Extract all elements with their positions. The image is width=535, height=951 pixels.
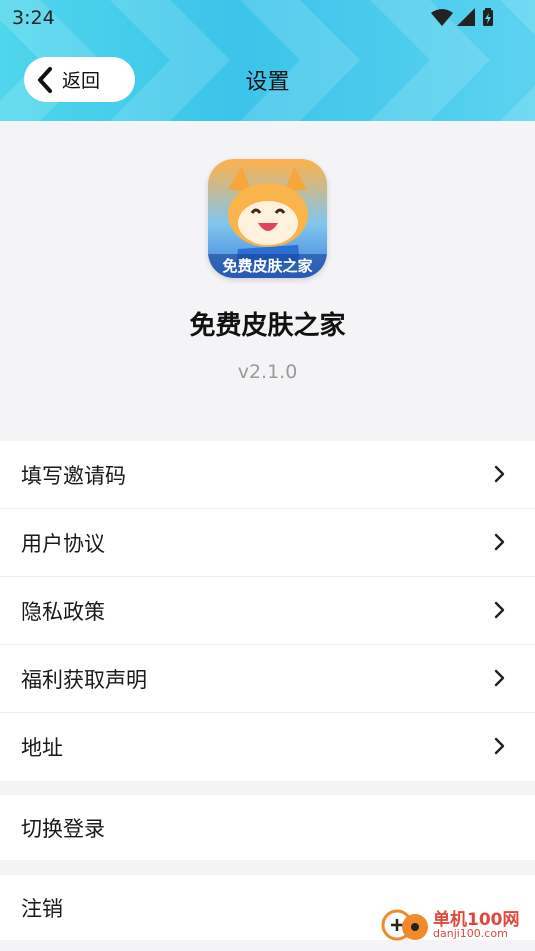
menu-item-label: 福利获取声明 <box>21 667 147 692</box>
cancel-account-label: 注销 <box>21 896 63 921</box>
menu-item-invite-code[interactable]: 填写邀请码 <box>0 441 535 509</box>
status-bar: 3:24 <box>0 0 535 36</box>
menu-item-label: 地址 <box>21 736 63 760</box>
battery-icon <box>483 8 493 26</box>
signal-icon <box>457 8 475 26</box>
watermark: 单机100网 danji100.com <box>381 903 531 945</box>
app-icon-text: 免费皮肤之家 <box>222 257 313 275</box>
menu-item-label: 用户协议 <box>21 531 105 556</box>
watermark-url: danji100.com <box>433 927 508 940</box>
chevron-right-icon <box>494 465 505 483</box>
menu-item-user-agreement[interactable]: 用户协议 <box>0 509 535 577</box>
settings-menu: 填写邀请码 用户协议 隐私政策 福利获取声明 地址 <box>0 441 535 781</box>
chevron-right-icon <box>494 737 505 755</box>
menu-item-address[interactable]: 地址 <box>0 713 535 781</box>
switch-login-button[interactable]: 切换登录 <box>0 795 535 860</box>
app-version: v2.1.0 <box>237 361 298 383</box>
menu-item-label: 填写邀请码 <box>21 463 126 488</box>
wifi-icon <box>431 9 453 26</box>
app-info-section: 免费皮肤之家 免费皮肤之家 v2.1.0 <box>0 121 535 440</box>
menu-item-privacy-policy[interactable]: 隐私政策 <box>0 577 535 645</box>
switch-login-group: 切换登录 <box>0 795 535 860</box>
watermark-logo-icon <box>381 909 428 941</box>
chevron-right-icon <box>494 601 505 619</box>
menu-item-benefits-statement[interactable]: 福利获取声明 <box>0 645 535 713</box>
header-bar: 3:24 返回 设置 <box>0 0 535 121</box>
page-title: 设置 <box>245 70 290 95</box>
menu-item-label: 隐私政策 <box>21 599 105 624</box>
app-name: 免费皮肤之家 <box>189 311 346 341</box>
switch-login-label: 切换登录 <box>21 816 105 841</box>
chevron-right-icon <box>494 533 505 551</box>
status-time: 3:24 <box>12 7 55 29</box>
app-icon: 免费皮肤之家 <box>208 159 327 278</box>
status-icons <box>431 8 493 26</box>
chevron-right-icon <box>494 669 505 687</box>
